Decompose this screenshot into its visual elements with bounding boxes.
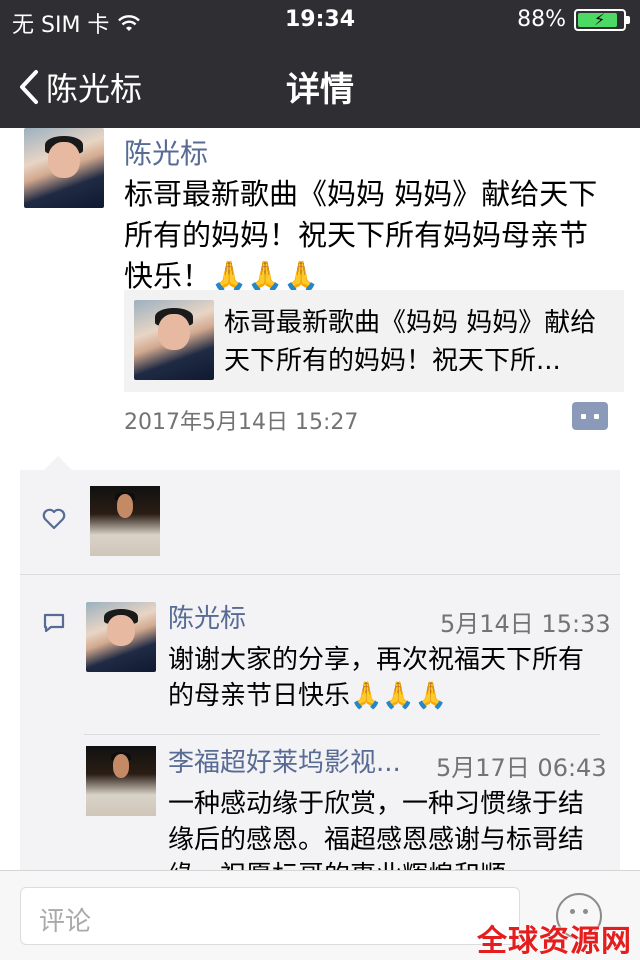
comment-icon <box>43 613 65 633</box>
comment-text: 谢谢大家的分享，再次祝福天下所有的母亲节日快乐🙏🙏🙏 <box>168 645 585 711</box>
post-timestamp: 2017年5月14日 15:27 <box>124 410 359 435</box>
comment-divider <box>84 734 600 735</box>
battery-icon: ⚡ <box>574 8 630 31</box>
likes-row <box>20 470 620 574</box>
status-bar: 无 SIM 卡 19:34 88% ⚡ <box>0 0 640 40</box>
comment-avatar[interactable] <box>86 602 156 672</box>
comment-text: 一种感动缘于欣赏，一种习惯缘于结缘后的感恩。福超感恩感谢与标哥结缘，祝愿标哥的事… <box>168 789 585 870</box>
comment-time: 5月17日 06:43 <box>436 754 607 782</box>
link-title: 标哥最新歌曲《妈妈 妈妈》献给天下所有的妈妈！祝天下所... <box>224 308 597 376</box>
nav-bar: 陈光标 详情 <box>0 40 640 128</box>
comment-avatar[interactable] <box>86 746 156 816</box>
comment-author[interactable]: 李福超好莱坞影视... <box>168 742 418 779</box>
poster-avatar[interactable] <box>24 128 104 208</box>
page-title: 详情 <box>286 70 354 110</box>
divider <box>20 574 620 575</box>
comment-author[interactable]: 陈光标 <box>168 598 246 635</box>
poster-name[interactable]: 陈光标 <box>124 132 208 172</box>
watermark: 全球资源网 <box>477 924 632 959</box>
top-bar: 无 SIM 卡 19:34 88% ⚡ 陈光标 详情 <box>0 0 640 128</box>
likes-comments-panel: 陈光标 5月14日 15:33 谢谢大家的分享，再次祝福天下所有的母亲节日快乐🙏… <box>20 456 620 870</box>
post-text: 标哥最新歌曲《妈妈 妈妈》献给天下所有的妈妈！祝天下所有妈妈母亲节快乐！🙏🙏🙏 <box>124 177 598 293</box>
shared-link-card[interactable]: 标哥最新歌曲《妈妈 妈妈》献给天下所有的妈妈！祝天下所... <box>124 290 624 392</box>
battery-percent: 88% <box>517 7 566 32</box>
liker-avatar[interactable] <box>90 486 160 556</box>
heart-icon <box>42 508 66 530</box>
comment-input-placeholder: 评论 <box>39 907 92 937</box>
link-thumbnail <box>134 300 214 380</box>
charging-bolt-icon: ⚡ <box>594 9 606 29</box>
comment-action-button[interactable] <box>572 402 608 430</box>
post-detail: 陈光标 标哥最新歌曲《妈妈 妈妈》献给天下所有的妈妈！祝天下所有妈妈母亲节快乐！… <box>0 128 640 870</box>
comment-input[interactable]: 评论 <box>20 887 520 945</box>
comment-time: 5月14日 15:33 <box>440 610 611 638</box>
